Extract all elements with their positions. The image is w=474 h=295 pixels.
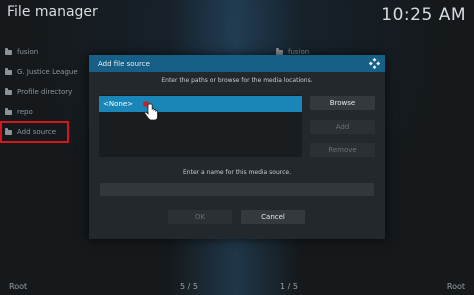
name-instruction: Enter a name for this media source.	[183, 169, 291, 176]
right-footer-path: Root	[446, 282, 465, 291]
list-item-label: repo	[17, 108, 33, 116]
add-button[interactable]: Add	[310, 120, 375, 134]
source-name-field[interactable]	[100, 183, 374, 196]
browse-button[interactable]: Browse	[310, 96, 375, 110]
add-source-dialog: Add file source Enter the paths or brows…	[89, 55, 385, 239]
folder-icon	[5, 87, 12, 95]
list-item-label: Profile directory	[17, 88, 73, 96]
right-footer-count: 1 / 5	[280, 282, 298, 291]
add-source-item[interactable]: Add source	[0, 121, 69, 143]
dialog-header: Add file source	[89, 55, 385, 72]
dialog-title: Add file source	[98, 59, 150, 68]
folder-icon	[5, 67, 12, 75]
list-item-label: fusion	[17, 48, 39, 56]
window-title: File manager	[7, 4, 98, 20]
hand-pointer-icon	[143, 101, 158, 121]
cancel-button[interactable]: Cancel	[241, 210, 305, 224]
list-item-label: G. Justice League	[17, 68, 78, 76]
left-footer-path: Root	[9, 282, 28, 291]
folder-icon	[5, 127, 12, 135]
paths-list: <None>	[99, 95, 302, 157]
kodi-logo-icon	[369, 58, 380, 69]
folder-icon	[276, 47, 283, 55]
ok-button[interactable]: OK	[168, 210, 232, 224]
folder-icon	[5, 47, 12, 55]
path-label: <None>	[103, 100, 133, 108]
left-footer-count: 5 / 5	[180, 282, 198, 291]
remove-button[interactable]: Remove	[310, 143, 375, 157]
folder-icon	[5, 107, 12, 115]
path-row-none[interactable]: <None>	[99, 96, 302, 112]
list-item-label: Add source	[17, 128, 57, 136]
clock: 10:25 AM	[381, 5, 466, 25]
paths-instruction: Enter the paths or browse for the media …	[161, 77, 313, 84]
